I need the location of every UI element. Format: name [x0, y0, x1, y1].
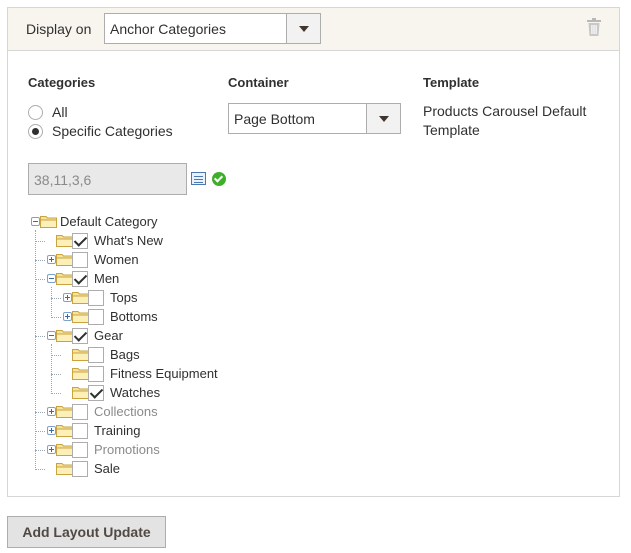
display-on-select[interactable]: Anchor Categories — [104, 13, 321, 44]
folder-icon — [56, 330, 73, 342]
tree-node-label: Default Category — [60, 214, 158, 229]
radio-specific-categories[interactable]: Specific Categories — [28, 122, 173, 140]
radio-button[interactable] — [28, 123, 43, 139]
tree-node-label: Fitness Equipment — [110, 366, 218, 381]
tree-node-label: Training — [94, 423, 141, 438]
radio-button[interactable] — [28, 104, 43, 120]
tree-checkbox[interactable] — [72, 328, 88, 344]
trash-icon[interactable] — [587, 18, 601, 36]
expand-icon[interactable] — [47, 255, 56, 264]
tree-node[interactable]: Tops — [8, 289, 308, 308]
display-on-value: Anchor Categories — [110, 21, 226, 37]
tree-node[interactable]: Sale — [8, 460, 308, 479]
tree-checkbox[interactable] — [88, 347, 104, 363]
tree-node[interactable]: Women — [8, 251, 308, 270]
folder-icon — [40, 216, 57, 228]
tree-node[interactable]: Bottoms — [8, 308, 308, 327]
folder-icon — [72, 368, 89, 380]
tree-checkbox[interactable] — [88, 366, 104, 382]
container-value: Page Bottom — [234, 111, 315, 127]
radio-label: Specific Categories — [52, 123, 173, 139]
expand-icon[interactable] — [63, 293, 72, 302]
display-on-label: Display on — [26, 21, 92, 37]
container-select[interactable]: Page Bottom — [228, 103, 401, 134]
tree-node-label: Sale — [94, 461, 121, 476]
tree-checkbox[interactable] — [72, 423, 88, 439]
tree-node[interactable]: Men — [8, 270, 308, 289]
tree-node-label: Watches — [110, 385, 161, 400]
add-layout-update-button[interactable]: Add Layout Update — [7, 516, 166, 548]
tree-node-label: Collections — [94, 404, 158, 419]
folder-icon — [56, 273, 73, 285]
tree-node[interactable]: Collections — [8, 403, 308, 422]
folder-icon — [56, 254, 73, 266]
category-ids-input[interactable]: 38,11,3,6 — [28, 163, 187, 195]
tree-checkbox[interactable] — [88, 290, 104, 306]
tree-checkbox[interactable] — [72, 252, 88, 268]
expand-icon[interactable] — [47, 445, 56, 454]
tree-checkbox[interactable] — [72, 233, 88, 249]
tree-checkbox[interactable] — [72, 442, 88, 458]
tree-node[interactable]: What's New — [8, 232, 308, 251]
radio-label: All — [52, 104, 68, 120]
tree-node[interactable]: Gear — [8, 327, 308, 346]
folder-icon — [72, 311, 89, 323]
tree-node[interactable]: Fitness Equipment — [8, 365, 308, 384]
folder-icon — [56, 406, 73, 418]
chevron-down-icon[interactable] — [286, 14, 320, 43]
folder-icon — [72, 349, 89, 361]
radio-all[interactable]: All — [28, 103, 68, 121]
category-ids-value: 38,11,3,6 — [34, 172, 92, 188]
template-value: Products Carousel Default Template — [423, 103, 587, 138]
folder-icon — [56, 235, 73, 247]
tree-checkbox[interactable] — [72, 271, 88, 287]
tree-node-label: Tops — [110, 290, 138, 305]
expand-icon[interactable] — [47, 407, 56, 416]
list-icon[interactable] — [191, 172, 206, 185]
folder-icon — [56, 444, 73, 456]
tree-node-label: Gear — [94, 328, 123, 343]
folder-icon — [72, 292, 89, 304]
tree-checkbox[interactable] — [88, 385, 104, 401]
folder-icon — [56, 425, 73, 437]
tree-node-label: What's New — [94, 233, 163, 248]
expand-icon[interactable] — [63, 312, 72, 321]
tree-checkbox[interactable] — [72, 461, 88, 477]
tree-node-label: Women — [94, 252, 139, 267]
tree-node[interactable]: Training — [8, 422, 308, 441]
tree-node[interactable]: Watches — [8, 384, 308, 403]
collapse-icon[interactable] — [47, 331, 56, 340]
tree-checkbox[interactable] — [72, 404, 88, 420]
tree-node[interactable]: Default Category — [8, 213, 308, 232]
tree-node-label: Bottoms — [110, 309, 158, 324]
folder-icon — [56, 463, 73, 475]
checkmark-icon[interactable] — [212, 172, 226, 186]
layout-update-panel: Display on Anchor Categories Categories … — [7, 7, 620, 497]
categories-title: Categories — [28, 75, 96, 90]
panel-header: Display on Anchor Categories — [8, 8, 619, 51]
tree-node-label: Promotions — [94, 442, 160, 457]
tree-node-label: Men — [94, 271, 120, 286]
template-title: Template — [423, 75, 480, 90]
expand-icon[interactable] — [47, 426, 56, 435]
tree-checkbox[interactable] — [88, 309, 104, 325]
chevron-down-icon[interactable] — [366, 104, 400, 133]
folder-icon — [72, 387, 89, 399]
tree-node[interactable]: Bags — [8, 346, 308, 365]
tree-node[interactable]: Promotions — [8, 441, 308, 460]
collapse-icon[interactable] — [31, 217, 40, 226]
container-title: Container — [228, 75, 289, 90]
tree-node-label: Bags — [110, 347, 140, 362]
collapse-icon[interactable] — [47, 274, 56, 283]
